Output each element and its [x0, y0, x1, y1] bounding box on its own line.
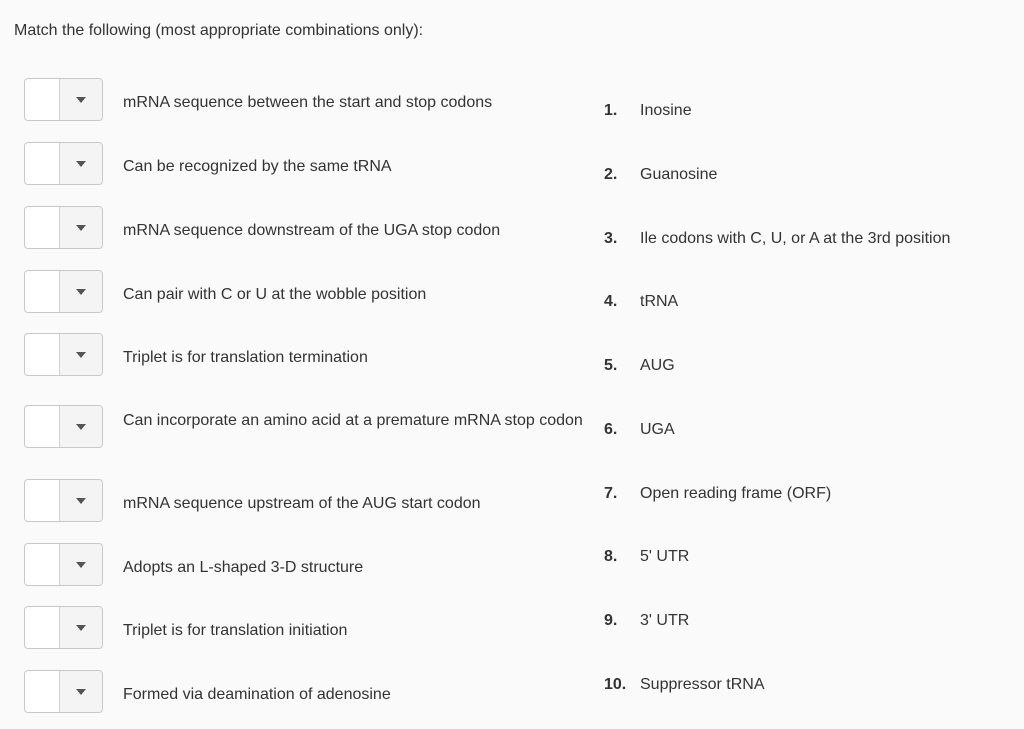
answer-item: 10. Suppressor tRNA [604, 676, 765, 694]
dropdown-toggle[interactable] [60, 334, 102, 375]
dropdown-value[interactable] [25, 207, 60, 248]
dropdown-value[interactable] [25, 334, 60, 375]
answer-dropdown[interactable] [24, 405, 103, 448]
answer-number: 9. [604, 612, 618, 629]
dropdown-toggle[interactable] [60, 207, 102, 248]
answer-item: 4. tRNA [604, 293, 678, 311]
dropdown-value[interactable] [25, 544, 60, 585]
prompt-text: Triplet is for translation termination [123, 349, 368, 366]
answer-number: 6. [604, 421, 618, 438]
answer-dropdown[interactable] [24, 543, 103, 586]
answer-text: Ile codons with C, U, or A at the 3rd po… [640, 230, 951, 247]
answer-item: 5. AUG [604, 357, 675, 375]
answer-dropdown[interactable] [24, 333, 103, 376]
dropdown-value[interactable] [25, 671, 60, 712]
answer-item: 7. Open reading frame (ORF) [604, 485, 831, 503]
answer-text: Guanosine [640, 166, 718, 183]
caret-down-icon [76, 423, 86, 430]
dropdown-value[interactable] [25, 607, 60, 648]
caret-down-icon [76, 288, 86, 295]
dropdown-value[interactable] [25, 143, 60, 184]
dropdown-toggle[interactable] [60, 79, 102, 120]
answer-number: 10. [604, 676, 627, 693]
prompt-text: Formed via deamination of adenosine [123, 686, 391, 703]
answer-dropdown[interactable] [24, 670, 103, 713]
answer-dropdown[interactable] [24, 479, 103, 522]
answer-item: 2. Guanosine [604, 166, 717, 184]
answer-text: tRNA [640, 293, 679, 310]
answer-number: 2. [604, 166, 618, 183]
answer-text: Suppressor tRNA [640, 676, 765, 693]
dropdown-toggle[interactable] [60, 671, 102, 712]
caret-down-icon [76, 624, 86, 631]
dropdown-toggle[interactable] [60, 544, 102, 585]
answer-dropdown[interactable] [24, 78, 103, 121]
prompt-text: mRNA sequence downstream of the UGA stop… [123, 222, 501, 239]
answer-dropdown[interactable] [24, 270, 103, 313]
answer-dropdown[interactable] [24, 142, 103, 185]
caret-down-icon [76, 351, 86, 358]
instructions-text: Match the following (most appropriate co… [14, 22, 424, 39]
dropdown-value[interactable] [25, 480, 60, 521]
prompt-text: Can be recognized by the same tRNA [123, 158, 392, 175]
answer-number: 7. [604, 485, 618, 502]
answer-text: AUG [640, 357, 675, 374]
caret-down-icon [76, 497, 86, 504]
answer-number: 8. [604, 548, 618, 565]
prompt-text: mRNA sequence between the start and stop… [123, 94, 493, 111]
answer-item: 1. Inosine [604, 102, 692, 120]
dropdown-toggle[interactable] [60, 480, 102, 521]
prompt-text: mRNA sequence upstream of the AUG start … [123, 495, 481, 512]
answer-item: 9. 3' UTR [604, 612, 689, 630]
answer-item: 3. Ile codons with C, U, or A at the 3rd … [604, 230, 950, 248]
answer-item: 6. UGA [604, 421, 675, 439]
answer-text: Inosine [640, 102, 692, 119]
answer-number: 3. [604, 230, 618, 247]
caret-down-icon [76, 688, 86, 695]
caret-down-icon [76, 224, 86, 231]
dropdown-value[interactable] [25, 79, 60, 120]
dropdown-toggle[interactable] [60, 143, 102, 184]
answer-number: 4. [604, 293, 618, 310]
answer-text: UGA [640, 421, 675, 438]
answer-text: Open reading frame (ORF) [640, 485, 832, 502]
answer-text: 5' UTR [640, 548, 690, 565]
answer-item: 8. 5' UTR [604, 548, 689, 566]
dropdown-toggle[interactable] [60, 271, 102, 312]
answer-dropdown[interactable] [24, 206, 103, 249]
caret-down-icon [76, 96, 86, 103]
caret-down-icon [76, 561, 86, 568]
dropdown-toggle[interactable] [60, 607, 102, 648]
answer-dropdown[interactable] [24, 606, 103, 649]
caret-down-icon [76, 160, 86, 167]
prompt-text: Triplet is for translation initiation [123, 622, 348, 639]
prompt-text: Adopts an L-shaped 3-D structure [123, 559, 364, 576]
prompt-text: Can incorporate an amino acid at a prema… [123, 412, 583, 429]
answer-number: 5. [604, 357, 618, 374]
dropdown-toggle[interactable] [60, 406, 102, 447]
dropdown-value[interactable] [25, 271, 60, 312]
dropdown-value[interactable] [25, 406, 60, 447]
prompt-text: Can pair with C or U at the wobble posit… [123, 286, 427, 303]
answer-number: 1. [604, 102, 618, 119]
answer-text: 3' UTR [640, 612, 690, 629]
